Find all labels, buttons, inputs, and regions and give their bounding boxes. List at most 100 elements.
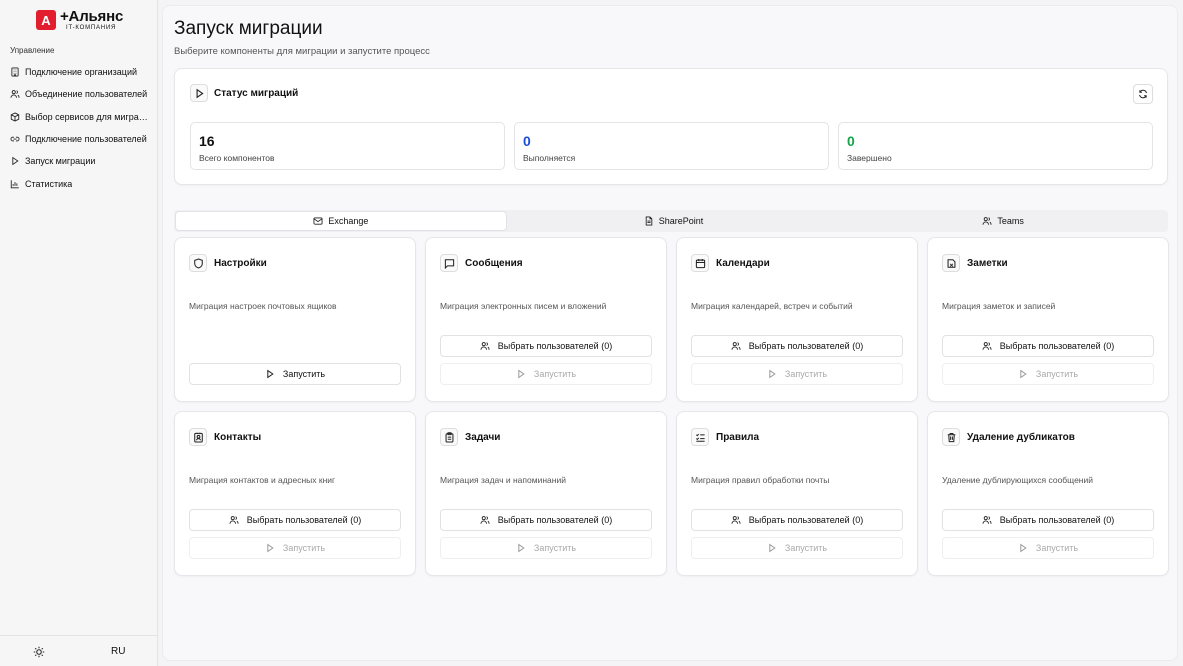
contacts-icon (189, 428, 207, 446)
card-description: Миграция календарей, встреч и событий (691, 301, 853, 311)
users-icon (731, 342, 741, 350)
button-label: Выбрать пользователей (0) (748, 515, 864, 525)
users-icon (229, 516, 239, 524)
page-title: Запуск миграции (174, 18, 323, 39)
chart-icon (10, 179, 19, 188)
sidebar-item-label: Запуск миграции (25, 156, 96, 167)
play-icon (267, 369, 274, 379)
run-button[interactable]: Запустить (691, 537, 903, 559)
play-icon (12, 157, 19, 166)
card-title: Настройки (214, 257, 267, 269)
run-button[interactable]: Запустить (440, 363, 652, 385)
button-label: Выбрать пользователей (0) (497, 515, 613, 525)
tab-teams[interactable]: Teams (838, 210, 1168, 232)
run-button[interactable]: Запустить (440, 537, 652, 559)
component-card-tasks: Задачи Миграция задач и напоминаний Выбр… (425, 411, 667, 576)
sidebar-item-organizations[interactable]: Подключение организаций (10, 61, 152, 83)
button-label: Выбрать пользователей (0) (999, 341, 1115, 351)
component-card-remove-duplicates: Удаление дубликатов Удаление дублирующих… (927, 411, 1169, 576)
stat-total: 16 Всего компонентов (190, 122, 505, 170)
sidebar-item-run-migration[interactable]: Запуск миграции (10, 150, 152, 172)
card-title: Календари (716, 257, 770, 269)
sidebar-item-label: Выбор сервисов для миграции (25, 111, 152, 122)
main-panel: Запуск миграции Выберите компоненты для … (162, 5, 1178, 661)
card-title: Сообщения (465, 257, 523, 269)
tab-label: Teams (997, 216, 1024, 226)
component-card-contacts: Контакты Миграция контактов и адресных к… (174, 411, 416, 576)
sidebar-item-services[interactable]: Выбор сервисов для миграции (10, 106, 152, 128)
sidebar-footer: RU (0, 635, 158, 666)
play-icon (1020, 543, 1027, 553)
logo-name: +Альянс (60, 8, 124, 25)
rules-icon (691, 428, 709, 446)
select-users-button[interactable]: Выбрать пользователей (0) (691, 335, 903, 357)
card-description: Удаление дублирующихся сообщений (942, 475, 1093, 485)
run-button[interactable]: Запустить (942, 363, 1154, 385)
language-switch[interactable]: RU (111, 646, 125, 657)
play-icon (518, 543, 525, 553)
sidebar-item-statistics[interactable]: Статистика (10, 172, 152, 194)
logo[interactable]: A +Альянс IT-КОМПАНИЯ (36, 9, 123, 31)
nav-section-title: Управление (10, 46, 55, 55)
button-label: Запустить (784, 543, 828, 553)
stat-value: 0 (847, 133, 855, 149)
stat-label: Завершено (847, 153, 892, 163)
play-icon (769, 543, 776, 553)
users-icon (731, 516, 741, 524)
users-icon (480, 342, 490, 350)
button-label: Выбрать пользователей (0) (497, 341, 613, 351)
run-button[interactable]: Запустить (189, 537, 401, 559)
button-label: Запустить (784, 369, 828, 379)
button-label: Запустить (533, 369, 577, 379)
sidebar-item-connect-users[interactable]: Подключение пользователей (10, 128, 152, 150)
select-users-button[interactable]: Выбрать пользователей (0) (691, 509, 903, 531)
stat-value: 16 (199, 133, 215, 149)
component-card-messages: Сообщения Миграция электронных писем и в… (425, 237, 667, 402)
sidebar-nav: Подключение организаций Объединение поль… (10, 61, 152, 195)
card-title: Заметки (967, 257, 1008, 269)
card-description: Миграция контактов и адресных книг (189, 475, 336, 485)
sidebar-item-label: Объединение пользователей (25, 89, 148, 100)
button-label: Запустить (1035, 543, 1079, 553)
sidebar-item-label: Подключение пользователей (25, 134, 147, 145)
select-users-button[interactable]: Выбрать пользователей (0) (942, 335, 1154, 357)
run-button[interactable]: Запустить (942, 537, 1154, 559)
tab-sharepoint[interactable]: SharePoint (509, 210, 839, 232)
select-users-button[interactable]: Выбрать пользователей (0) (440, 335, 652, 357)
logo-mark: A (36, 10, 56, 30)
run-button[interactable]: Запустить (189, 363, 401, 385)
box-icon (10, 112, 20, 122)
card-description: Миграция правил обработки почты (691, 475, 830, 485)
run-button[interactable]: Запустить (691, 363, 903, 385)
refresh-icon (1139, 89, 1147, 99)
sidebar-item-merge-users[interactable]: Объединение пользователей (10, 83, 152, 105)
button-label: Выбрать пользователей (0) (999, 515, 1115, 525)
stat-in-progress: 0 Выполняется (514, 122, 829, 170)
users-icon (982, 217, 992, 225)
stat-completed: 0 Завершено (838, 122, 1153, 170)
component-card-notes: Заметки Миграция заметок и записей Выбра… (927, 237, 1169, 402)
button-label: Запустить (282, 543, 326, 553)
users-icon (982, 342, 992, 350)
tab-exchange[interactable]: Exchange (175, 211, 507, 231)
card-description: Миграция настроек почтовых ящиков (189, 301, 337, 311)
sun-icon[interactable] (33, 646, 45, 658)
calendar-icon (691, 254, 709, 272)
refresh-button[interactable] (1133, 84, 1153, 104)
users-icon (10, 90, 20, 99)
card-title: Задачи (465, 431, 501, 443)
component-card-calendars: Календари Миграция календарей, встреч и … (676, 237, 918, 402)
stat-value: 0 (523, 133, 531, 149)
notes-icon (942, 254, 960, 272)
button-label: Запустить (282, 369, 326, 379)
button-label: Запустить (533, 543, 577, 553)
select-users-button[interactable]: Выбрать пользователей (0) (942, 509, 1154, 531)
select-users-button[interactable]: Выбрать пользователей (0) (440, 509, 652, 531)
play-icon (190, 84, 208, 102)
card-description: Миграция задач и напоминаний (440, 475, 566, 485)
button-label: Выбрать пользователей (0) (246, 515, 362, 525)
select-users-button[interactable]: Выбрать пользователей (0) (189, 509, 401, 531)
play-icon (518, 369, 525, 379)
tab-label: SharePoint (658, 216, 704, 226)
button-label: Запустить (1035, 369, 1079, 379)
